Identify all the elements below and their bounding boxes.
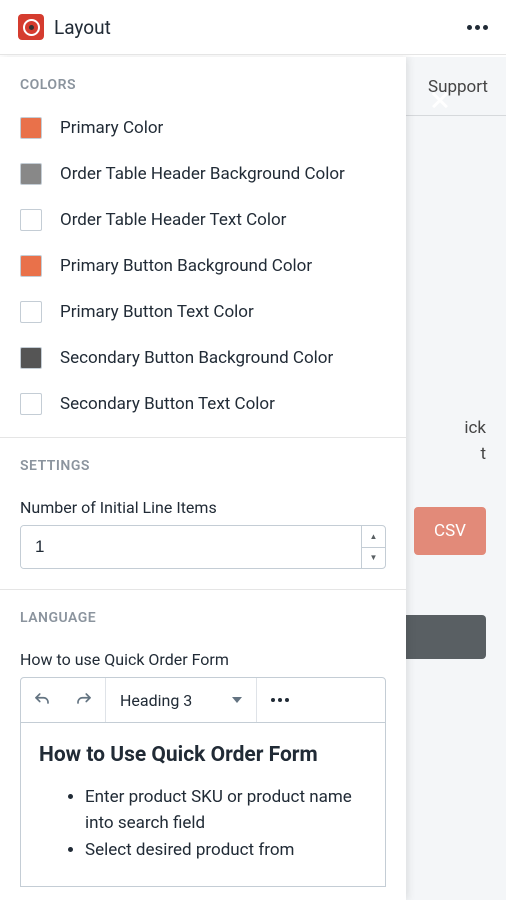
swatch-primary-btn-text[interactable] [20, 301, 42, 323]
redo-icon[interactable] [63, 678, 105, 722]
color-row-primary-btn-bg[interactable]: Primary Button Background Color [20, 255, 386, 277]
stepper-up-icon[interactable]: ▲ [362, 526, 385, 548]
swatch-table-header-text[interactable] [20, 209, 42, 231]
color-label: Primary Button Background Color [60, 256, 312, 276]
close-icon[interactable] [428, 88, 452, 112]
color-label: Order Table Header Background Color [60, 164, 345, 184]
swatch-primary[interactable] [20, 117, 42, 139]
settings-panel: Colors Primary Color Order Table Header … [0, 57, 406, 900]
language-section-title: Language [20, 610, 386, 626]
swatch-secondary-btn-text[interactable] [20, 393, 42, 415]
line-items-input-wrap: ▲ ▼ [20, 525, 386, 569]
colors-section-title: Colors [20, 77, 386, 93]
line-items-label: Number of Initial Line Items [20, 498, 386, 517]
csv-button[interactable]: CSV [414, 507, 486, 555]
swatch-primary-btn-bg[interactable] [20, 255, 42, 277]
color-row-secondary-btn-bg[interactable]: Secondary Button Background Color [20, 347, 386, 369]
color-label: Secondary Button Background Color [60, 348, 333, 368]
line-items-input[interactable] [21, 526, 361, 568]
color-label: Secondary Button Text Color [60, 394, 275, 414]
how-to-field-label: How to use Quick Order Form [20, 650, 386, 669]
more-icon[interactable] [467, 25, 488, 30]
color-row-secondary-btn-text[interactable]: Secondary Button Text Color [20, 393, 386, 415]
color-label: Primary Color [60, 118, 163, 138]
app-icon [18, 14, 44, 40]
chevron-down-icon [232, 697, 242, 703]
format-select[interactable]: Heading 3 [106, 691, 256, 710]
swatch-secondary-btn-bg[interactable] [20, 347, 42, 369]
color-label: Order Table Header Text Color [60, 210, 286, 230]
color-row-table-header-bg[interactable]: Order Table Header Background Color [20, 163, 386, 185]
editor-bullet: Enter product SKU or product name into s… [85, 785, 367, 836]
stepper-down-icon[interactable]: ▼ [362, 548, 385, 569]
undo-icon[interactable] [21, 678, 63, 722]
color-row-table-header-text[interactable]: Order Table Header Text Color [20, 209, 386, 231]
color-label: Primary Button Text Color [60, 302, 254, 322]
page-title: Layout [54, 16, 111, 39]
toolbar-more-icon[interactable] [257, 678, 303, 722]
editor-body[interactable]: How to Use Quick Order Form Enter produc… [20, 723, 386, 887]
editor-heading: How to Use Quick Order Form [39, 743, 367, 767]
swatch-table-header-bg[interactable] [20, 163, 42, 185]
settings-section-title: Settings [20, 458, 386, 474]
format-select-label: Heading 3 [120, 691, 192, 710]
color-row-primary-btn-text[interactable]: Primary Button Text Color [20, 301, 386, 323]
editor-toolbar: Heading 3 [20, 677, 386, 723]
color-row-primary[interactable]: Primary Color [20, 117, 386, 139]
editor-bullet: Select desired product from [85, 838, 367, 864]
